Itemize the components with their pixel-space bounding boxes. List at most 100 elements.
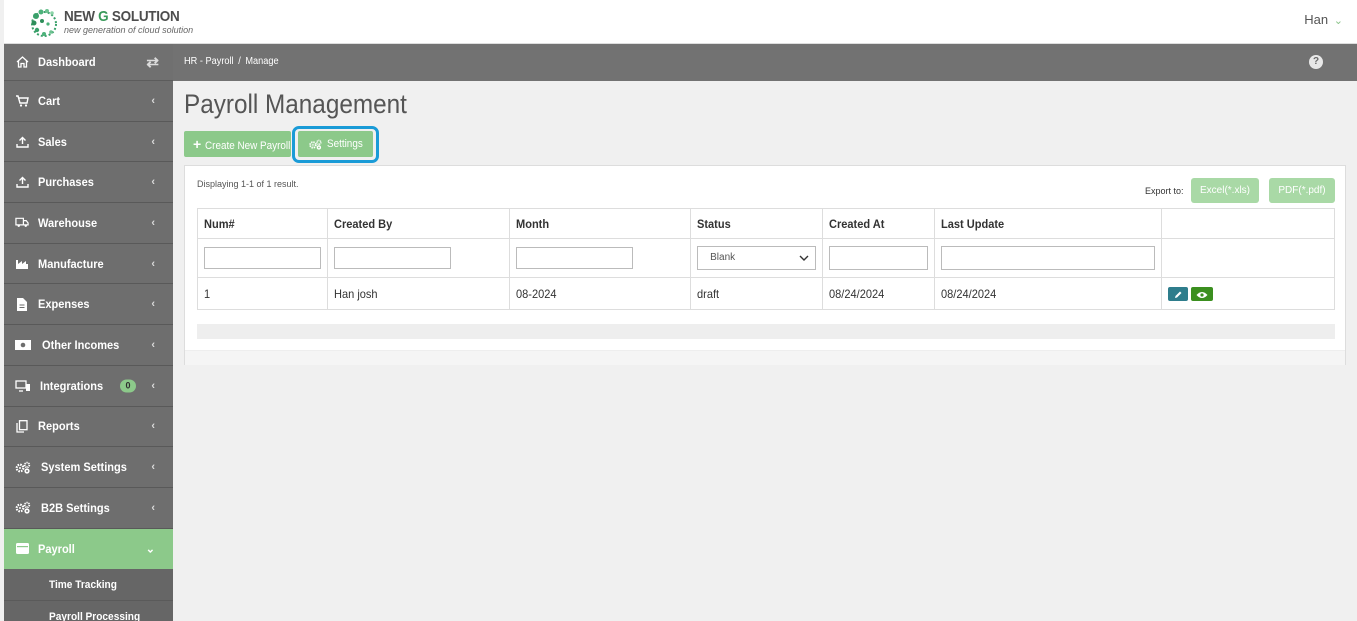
sidebar-item-manufacture[interactable]: Manufacture ‹ <box>4 244 173 285</box>
help-icon[interactable]: ? <box>1309 55 1323 69</box>
column-header-actions <box>1161 208 1335 239</box>
sidebar-item-expenses[interactable]: Expenses ‹ <box>4 284 173 326</box>
sidebar-item-label: Dashboard <box>38 55 96 69</box>
export-excel-button[interactable]: Excel(*.xls) <box>1191 178 1259 203</box>
sidebar-item-integrations[interactable]: Integrations 0 ‹ <box>4 366 173 407</box>
logo-title: NEW G SOLUTION <box>64 8 180 25</box>
sidebar-item-label: Purchases <box>38 175 94 190</box>
chevron-left-icon: ‹ <box>151 338 155 351</box>
result-summary: Displaying 1-1 of 1 result. <box>197 179 299 189</box>
last-update-filter-input[interactable] <box>941 246 1156 270</box>
plus-icon: + <box>193 136 202 152</box>
devices-icon <box>15 379 31 393</box>
chevron-left-icon: ‹ <box>151 420 155 433</box>
sidebar-item-label: Manufacture <box>38 256 104 271</box>
top-header: NEW G SOLUTION new generation of cloud s… <box>4 0 1357 44</box>
chevron-left-icon: ‹ <box>151 176 155 189</box>
wallet-icon <box>15 542 29 556</box>
column-header-created-by[interactable]: Created By <box>327 208 510 239</box>
sidebar-toggle-icon[interactable]: ⇄ <box>146 53 159 71</box>
sidebar-subitem-label: Time Tracking <box>49 578 117 591</box>
horizontal-scrollbar[interactable] <box>197 324 1335 339</box>
payroll-table: Num# Created By Month Status Created At … <box>197 208 1335 310</box>
breadcrumb-link-hr-payroll[interactable]: HR - Payroll <box>184 56 234 67</box>
create-new-payroll-button[interactable]: + Create New Payroll <box>184 131 291 157</box>
sidebar-item-label: Warehouse <box>38 215 98 230</box>
sidebar-item-label: Reports <box>38 419 80 434</box>
sidebar-item-other-incomes[interactable]: Other Incomes ‹ <box>4 325 173 366</box>
num-filter-input[interactable] <box>204 247 321 269</box>
sidebar-item-payroll[interactable]: Payroll ⌄ <box>4 528 173 570</box>
sidebar-item-system-settings[interactable]: System Settings ‹ <box>4 447 173 488</box>
cell-status: draft <box>690 277 824 310</box>
payroll-grid-panel: Displaying 1-1 of 1 result. Export to: E… <box>184 165 1346 365</box>
created-at-filter-input[interactable] <box>829 246 929 270</box>
column-header-created-at[interactable]: Created At <box>822 208 936 239</box>
column-header-month[interactable]: Month <box>508 208 692 239</box>
sidebar-item-label: Other Incomes <box>42 337 120 352</box>
sidebar-item-b2b-settings[interactable]: B2B Settings ‹ <box>4 488 173 529</box>
sidebar-subitem-time-tracking[interactable]: Time Tracking <box>4 569 173 602</box>
chevron-left-icon: ‹ <box>151 257 155 270</box>
cell-last-update: 08/24/2024 <box>934 277 1163 310</box>
chevron-left-icon: ‹ <box>151 135 155 148</box>
export-pdf-button[interactable]: PDF(*.pdf) <box>1269 178 1335 203</box>
upload-icon <box>15 175 29 189</box>
logo-mark-icon <box>31 9 57 37</box>
company-logo[interactable]: NEW G SOLUTION new generation of cloud s… <box>28 4 193 40</box>
sidebar-item-label: Cart <box>38 93 61 108</box>
cell-num: 1 <box>197 277 328 310</box>
export-label: Export to: <box>1145 186 1184 196</box>
column-header-last-update[interactable]: Last Update <box>934 208 1163 239</box>
breadcrumb: HR - Payroll / Manage <box>184 56 279 67</box>
chevron-down-icon: ⌄ <box>145 543 155 556</box>
sidebar: Dashboard ⇄ Cart ‹ Sales ‹ Purchases ‹ W… <box>4 44 173 621</box>
sidebar-item-purchases[interactable]: Purchases ‹ <box>4 162 173 204</box>
sidebar-item-label: Sales <box>38 134 67 149</box>
edit-pencil-icon[interactable] <box>1168 286 1189 301</box>
sidebar-item-cart[interactable]: Cart ‹ <box>4 81 173 122</box>
copy-icon <box>15 419 29 433</box>
column-header-status[interactable]: Status <box>690 208 824 239</box>
user-menu[interactable]: Han ⌄ <box>1304 12 1343 27</box>
factory-icon <box>15 257 29 271</box>
integrations-count-badge: 0 <box>120 379 136 393</box>
breadcrumb-bar: HR - Payroll / Manage ? <box>173 44 1357 81</box>
breadcrumb-current: Manage <box>245 56 279 67</box>
table-header-row: Num# Created By Month Status Created At … <box>197 208 1335 239</box>
home-icon <box>15 55 29 69</box>
view-eye-icon[interactable] <box>1191 286 1214 301</box>
chevron-left-icon: ‹ <box>151 379 155 392</box>
settings-button[interactable]: Settings <box>298 131 373 157</box>
sidebar-item-label: System Settings <box>41 460 127 475</box>
cogs-icon <box>15 501 31 515</box>
user-name: Han <box>1304 12 1329 27</box>
table-row: 1 Han josh 08-2024 draft 08/24/2024 08/2… <box>197 277 1335 310</box>
page-title: Payroll Management <box>184 89 407 119</box>
cell-actions <box>1161 277 1335 310</box>
chevron-left-icon: ‹ <box>151 501 155 514</box>
status-filter-value: Blank <box>710 252 736 263</box>
sidebar-subitem-payroll-processing[interactable]: Payroll Processing <box>4 601 173 621</box>
month-filter-input[interactable] <box>515 247 633 269</box>
money-icon <box>15 338 31 352</box>
sidebar-item-sales[interactable]: Sales ‹ <box>4 122 173 163</box>
status-filter-select[interactable]: Blank <box>697 246 817 270</box>
column-header-num[interactable]: Num# <box>197 208 328 239</box>
cell-month: 08-2024 <box>508 277 692 310</box>
chevron-left-icon: ‹ <box>151 298 155 311</box>
table-filter-row: Blank <box>197 238 1335 278</box>
panel-footer <box>185 350 1345 365</box>
sidebar-item-reports[interactable]: Reports ‹ <box>4 407 173 448</box>
sidebar-item-label: Expenses <box>38 297 90 312</box>
created-by-filter-input[interactable] <box>334 247 451 269</box>
sidebar-item-dashboard[interactable]: Dashboard ⇄ <box>4 44 173 81</box>
settings-label: Settings <box>327 138 363 150</box>
sidebar-item-label: B2B Settings <box>41 500 110 515</box>
chevron-left-icon: ‹ <box>151 216 155 229</box>
sidebar-item-warehouse[interactable]: Warehouse ‹ <box>4 203 173 244</box>
truck-icon <box>15 216 29 230</box>
breadcrumb-separator: / <box>238 56 241 67</box>
cell-created-at: 08/24/2024 <box>822 277 936 310</box>
sidebar-item-label: Payroll <box>38 541 75 556</box>
